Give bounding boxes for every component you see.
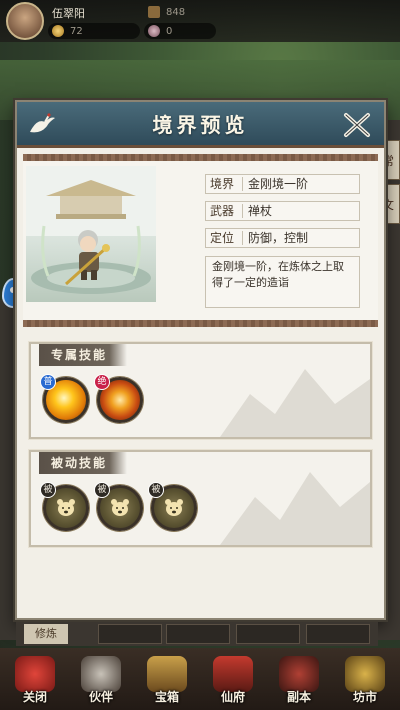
close-icon bbox=[15, 656, 55, 692]
skill-badge: 被 bbox=[148, 482, 164, 498]
realm-preview-modal: 境界预览 境界 金刚境一阶 武器 禅杖 定位 防御，控制 金刚境一阶，在炼体之上… bbox=[15, 100, 386, 620]
nav-label: 坊市 bbox=[352, 690, 377, 704]
realm-row: 境界 金刚境一阶 bbox=[205, 174, 360, 194]
modal-title: 境界预览 bbox=[152, 113, 249, 137]
info-band-bottom bbox=[23, 320, 378, 327]
avatar[interactable] bbox=[6, 2, 44, 40]
role-label: 定位 bbox=[210, 231, 235, 245]
locked-slot[interactable] bbox=[98, 624, 162, 644]
skill-badge: 普 bbox=[40, 374, 56, 390]
nav-dungeon[interactable]: 副本 bbox=[268, 648, 330, 710]
role-value: 防御，控制 bbox=[248, 231, 309, 245]
gold-counter: 848 bbox=[148, 5, 185, 19]
realm-value: 金刚境一阶 bbox=[248, 177, 309, 191]
bear-face-icon bbox=[111, 499, 129, 516]
passive-skill-1[interactable]: 被 bbox=[40, 482, 89, 531]
role-row: 定位 防御，控制 bbox=[205, 228, 360, 248]
locked-slot[interactable] bbox=[306, 624, 370, 644]
exclusive-skill-2[interactable]: 绝 bbox=[94, 374, 143, 423]
nav-palace[interactable]: 仙府 bbox=[202, 648, 264, 710]
info-band-top bbox=[23, 154, 378, 161]
close-icon[interactable] bbox=[341, 110, 373, 140]
ink-mountain-icon bbox=[220, 369, 370, 437]
monk-illustration-icon bbox=[26, 166, 156, 294]
jade-value: 0 bbox=[166, 25, 173, 37]
palace-icon bbox=[213, 656, 253, 692]
passive-skill-2[interactable]: 被 bbox=[94, 482, 143, 531]
bear-face-icon bbox=[165, 499, 183, 516]
exclusive-skills-section: 专属技能 普 绝 bbox=[28, 341, 373, 440]
bear-face-icon bbox=[57, 499, 75, 516]
weapon-row: 武器 禅杖 bbox=[205, 201, 360, 221]
coin-value: 72 bbox=[70, 25, 83, 37]
modal-header: 境界预览 bbox=[17, 102, 384, 148]
skill-badge: 绝 bbox=[94, 374, 110, 390]
weapon-label: 武器 bbox=[210, 204, 235, 218]
row-divider bbox=[242, 231, 243, 245]
locked-slot[interactable] bbox=[166, 624, 230, 644]
top-status-bar: 伍翠阳 72 848 0 bbox=[0, 0, 400, 42]
realm-label: 境界 bbox=[210, 177, 235, 191]
nav-chest[interactable]: 宝箱 bbox=[136, 648, 198, 710]
nav-label: 关闭 bbox=[22, 690, 47, 704]
character-portrait bbox=[26, 166, 156, 302]
nav-close[interactable]: 关闭 bbox=[4, 648, 66, 710]
weapon-value: 禅杖 bbox=[248, 204, 273, 218]
nav-label: 副本 bbox=[286, 690, 311, 704]
nav-partner[interactable]: 伙伴 bbox=[70, 648, 132, 710]
coin-icon bbox=[52, 25, 64, 37]
chest-icon bbox=[147, 656, 187, 692]
jade-icon bbox=[148, 25, 160, 37]
realm-description: 金刚境一阶，在炼体之上取得了一定的造诣 bbox=[205, 256, 360, 308]
coin-counter: 72 bbox=[52, 24, 83, 38]
passive-skills-label: 被动技能 bbox=[39, 452, 127, 474]
dungeon-icon bbox=[279, 656, 319, 692]
gold-value: 848 bbox=[166, 6, 186, 18]
realm-info-area: 境界 金刚境一阶 武器 禅杖 定位 防御，控制 金刚境一阶，在炼体之上取得了一定… bbox=[23, 161, 378, 320]
skill-badge: 被 bbox=[40, 482, 56, 498]
left-edge-panel bbox=[0, 300, 16, 640]
passive-skill-3[interactable]: 被 bbox=[148, 482, 197, 531]
passive-skills-section: 被动技能 被 被 被 bbox=[28, 449, 373, 548]
exclusive-skills-label: 专属技能 bbox=[39, 344, 127, 366]
player-name: 伍翠阳 bbox=[52, 7, 85, 20]
nav-label: 仙府 bbox=[220, 690, 245, 704]
row-divider bbox=[242, 204, 243, 218]
ink-mountain-icon bbox=[220, 472, 370, 545]
market-icon bbox=[345, 656, 385, 692]
jade-counter: 0 bbox=[148, 24, 172, 38]
cultivate-tab[interactable]: 修炼 bbox=[24, 624, 68, 644]
skill-badge: 被 bbox=[94, 482, 110, 498]
nav-market[interactable]: 坊市 bbox=[334, 648, 396, 710]
partner-icon bbox=[81, 656, 121, 692]
nav-label: 宝箱 bbox=[154, 690, 179, 704]
nav-label: 伙伴 bbox=[88, 690, 113, 704]
row-divider bbox=[242, 177, 243, 191]
exclusive-skill-1[interactable]: 普 bbox=[40, 374, 89, 423]
locked-slot[interactable] bbox=[236, 624, 300, 644]
gold-icon bbox=[148, 6, 160, 18]
